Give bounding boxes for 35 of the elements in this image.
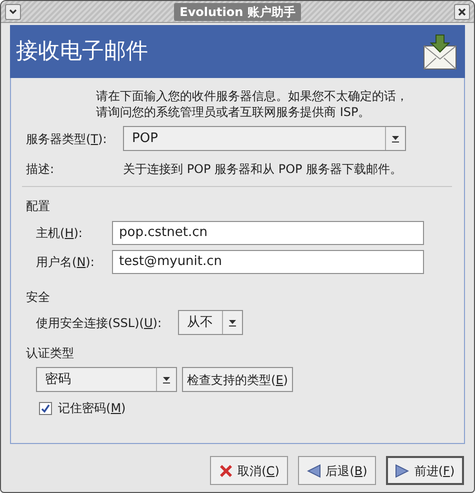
window-title: Evolution 账户助手 [174,2,302,20]
page-title: 接收电子邮件 [16,38,148,66]
forward-button[interactable]: 前进(F) [386,456,464,485]
left-triangle-icon [306,464,321,478]
server-type-dropdown[interactable]: POP [123,126,406,151]
field-label: 用户名(N): [36,254,96,271]
checkbox-label: 记住密码(M) [58,400,126,417]
text-field[interactable]: pop.cstnet.cn [112,221,424,245]
field-label: 服务器类型(T): [26,130,108,148]
close-button[interactable] [454,4,470,20]
section-title: 安全 [26,289,51,306]
mail-download-icon [423,34,457,70]
back-button[interactable]: 后退(B) [298,456,376,485]
intro-text: 请在下面输入您的收件服务器信息。如果您不太确定的话， [96,88,409,104]
description-text: 关于连接到 POP 服务器和从 POP 服务器下载邮件。 [123,161,402,178]
field-label: 主机(H): [36,225,84,242]
cancel-button[interactable]: 取消(C) [210,456,288,485]
remember-checkbox[interactable] [39,402,52,414]
caret-icon [229,318,236,326]
close-icon [458,8,466,16]
check-types-button[interactable]: 检查支持的类型(E) [182,367,293,392]
cross-icon [218,464,233,478]
auth-type-dropdown[interactable]: 密码 [36,367,177,392]
right-triangle-icon [395,464,410,478]
text-field[interactable]: test@myunit.cn [112,250,424,274]
section-title: 配置 [26,198,51,215]
chevron-icon [9,8,17,14]
window-menu-button[interactable] [5,4,21,20]
section-title: 认证类型 [26,345,75,362]
caret-icon [392,134,399,142]
intro-text: 请询问您的系统管理员或者互联网服务提供商 ISP。 [96,104,372,120]
field-label: 使用安全连接(SSL)(U): [36,314,162,332]
ssl-dropdown[interactable]: 从不 [178,310,243,335]
field-label: 描述: [26,161,56,178]
caret-icon [163,376,170,384]
